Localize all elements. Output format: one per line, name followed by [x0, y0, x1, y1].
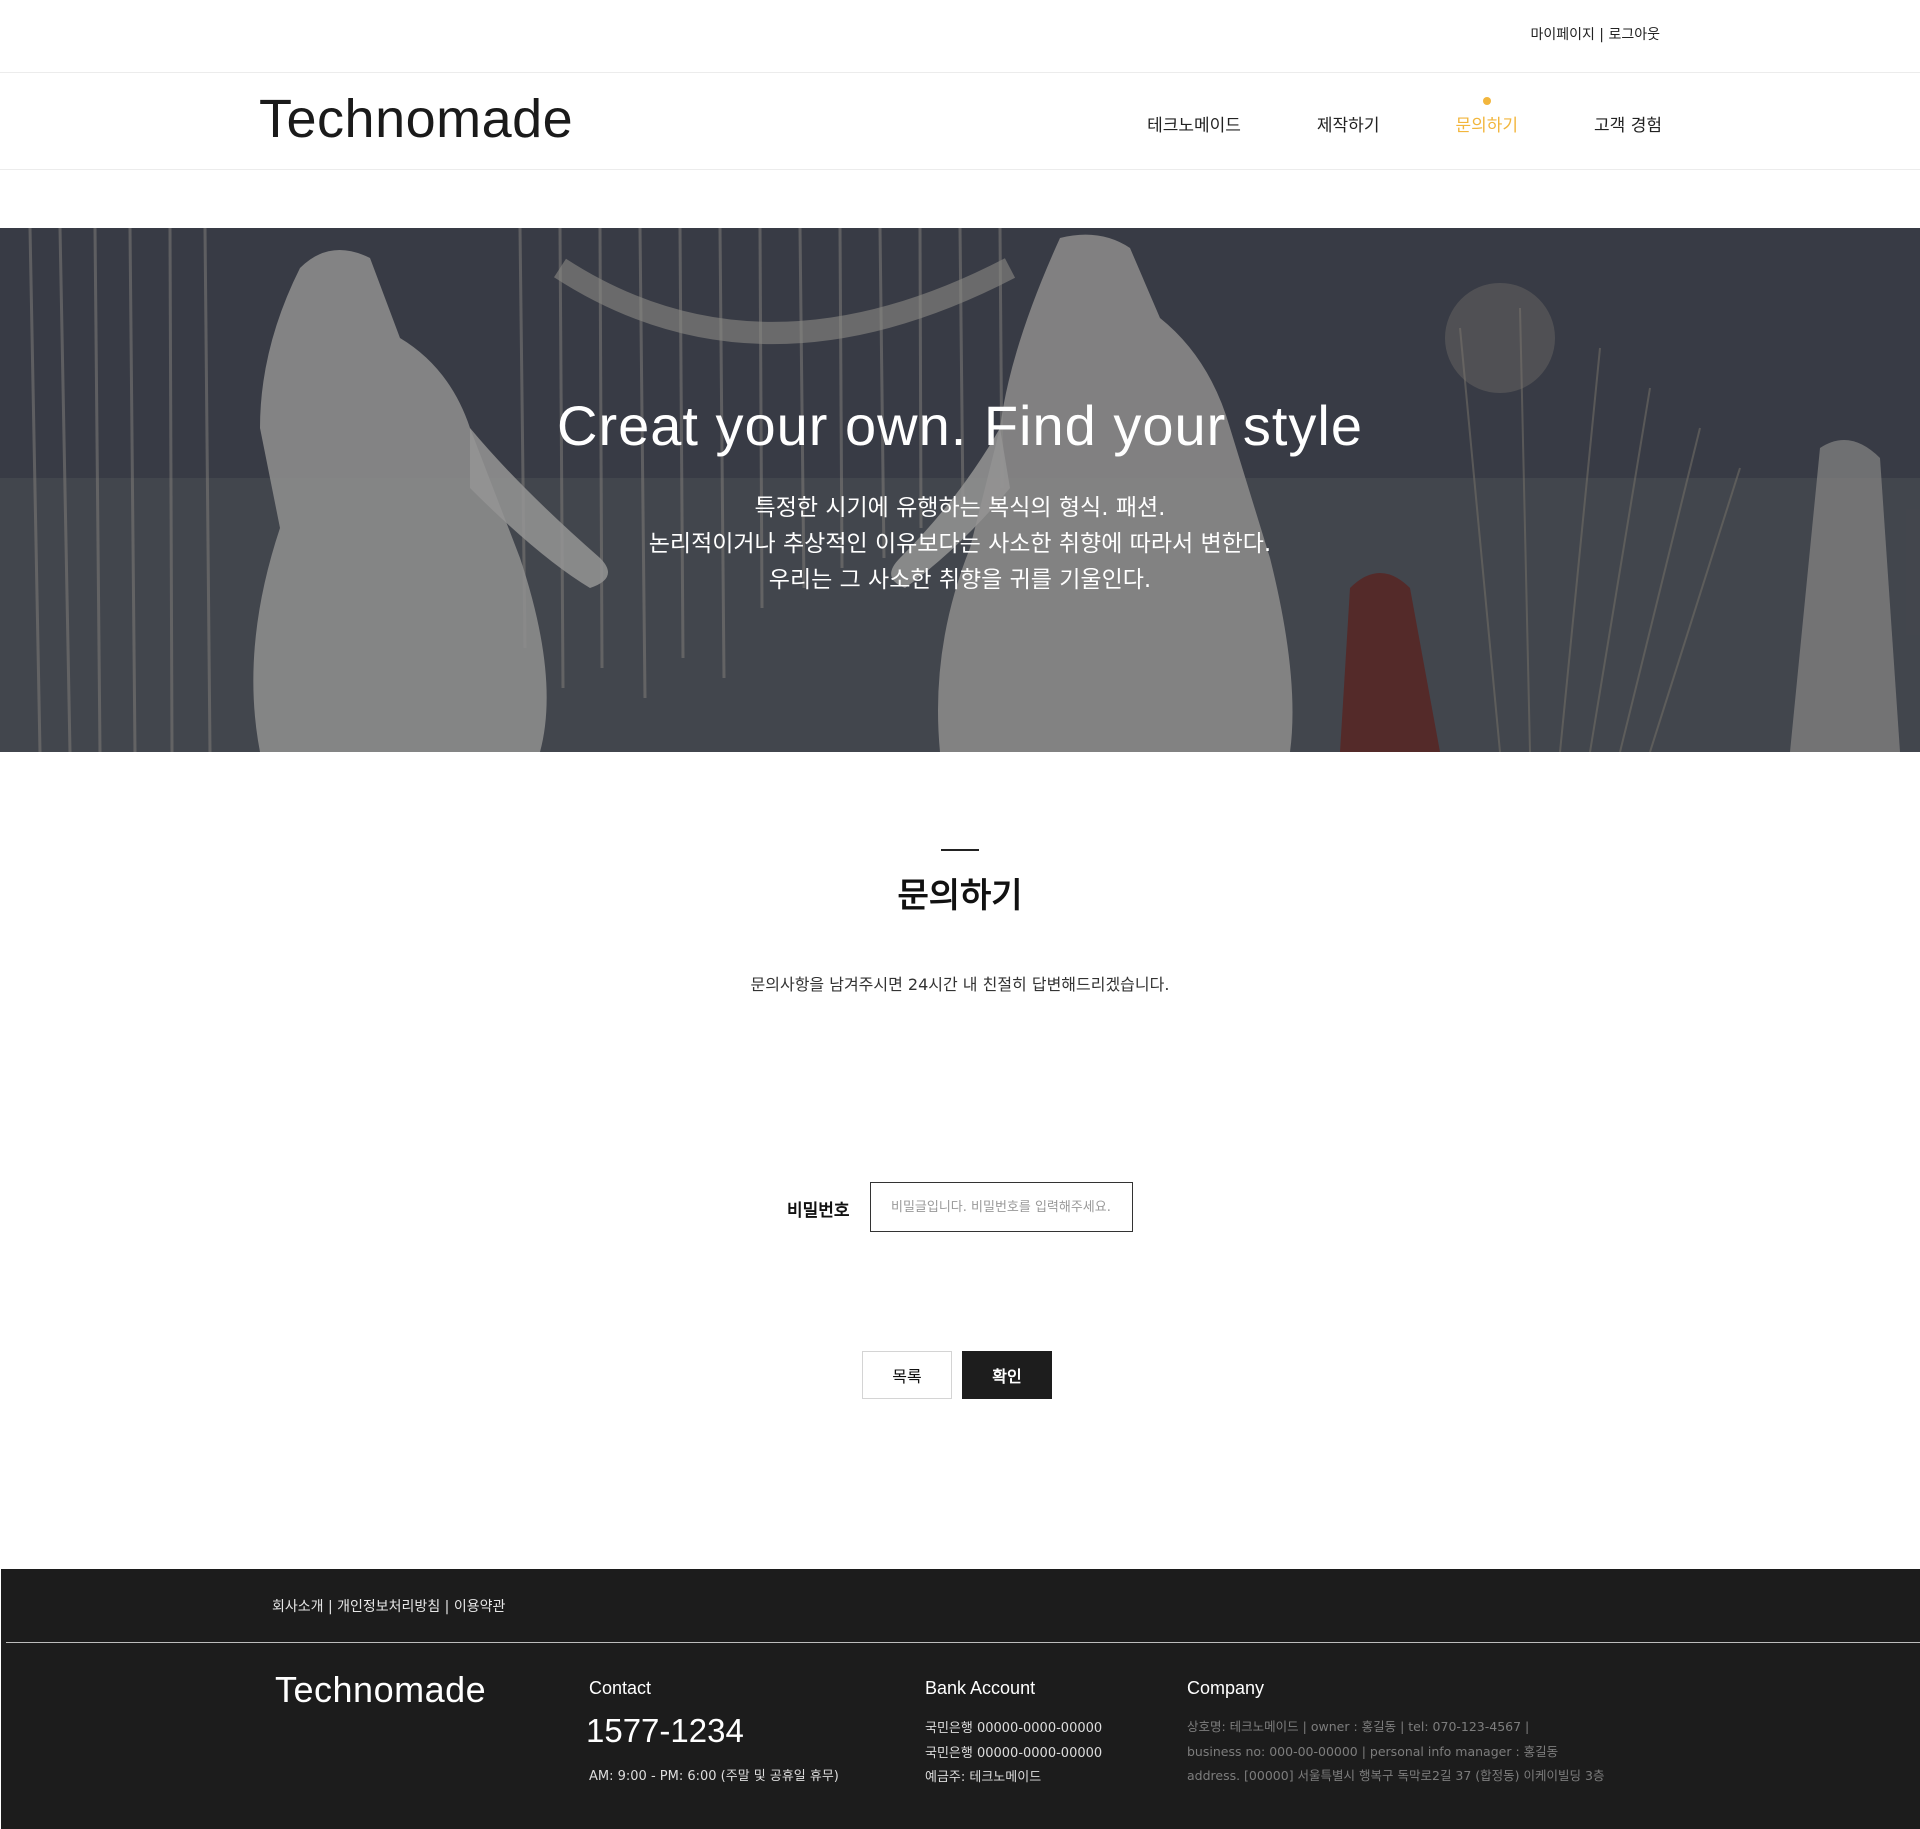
nav-item-make[interactable]: 제작하기 [1317, 111, 1380, 136]
password-input[interactable] [870, 1182, 1133, 1232]
hero-subtitle-line-3: 우리는 그 사소한 취향을 귀를 기울인다. [768, 567, 1152, 593]
nav-item-inquiry-label: 문의하기 [1455, 116, 1519, 136]
footer-bank-holder: 예금주: 테크노메이드 [925, 1770, 1042, 1785]
top-user-links: 마이페이지 | 로그아웃 [1530, 24, 1660, 44]
hero-title: Creat your own. Find your style [557, 394, 1363, 457]
footer-link-separator: | [323, 1599, 338, 1615]
footer-link-separator: | [440, 1599, 454, 1615]
page-description: 문의사항을 남겨주시면 24시간 내 친절히 답변해드리겠습니다. [750, 975, 1170, 994]
footer-link-terms[interactable]: 이용약관 [454, 1599, 506, 1615]
mypage-link[interactable]: 마이페이지 [1530, 27, 1594, 43]
footer-link-privacy[interactable]: 개인정보처리방침 [337, 1599, 440, 1615]
site-header: Technomade 테크노메이드 제작하기 문의하기 고객 경험 [0, 73, 1920, 170]
footer-company-address: address. [00000] 서울특별시 행복구 독막로2길 37 (합정동… [1187, 1768, 1605, 1783]
top-utility-bar: 마이페이지 | 로그아웃 [0, 0, 1920, 73]
link-separator: | [1594, 27, 1609, 43]
active-indicator-dot [1482, 97, 1491, 105]
list-button[interactable]: 목록 [862, 1351, 952, 1399]
site-footer: 회사소개 | 개인정보처리방침 | 이용약관 Technomade Contac… [1, 1569, 1920, 1829]
footer-logo: Technomade [275, 1669, 487, 1710]
footer-links: 회사소개 | 개인정보처리방침 | 이용약관 [272, 1596, 505, 1616]
password-label: 비밀번호 [787, 1201, 850, 1221]
footer-bank-title: Bank Account [925, 1678, 1036, 1698]
hero-banner: Creat your own. Find your style 특정한 시기에 … [0, 228, 1920, 752]
nav-item-inquiry[interactable]: 문의하기 [1455, 97, 1519, 136]
section-title-divider [941, 849, 979, 851]
footer-company-line-2: business no: 000-00-00000 | personal inf… [1187, 1744, 1559, 1759]
footer-bank-line-2: 국민은행 00000-0000-00000 [925, 1746, 1103, 1761]
confirm-button[interactable]: 확인 [962, 1351, 1052, 1399]
footer-company-title: Company [1187, 1678, 1265, 1698]
nav-item-technomade[interactable]: 테크노메이드 [1147, 111, 1241, 136]
footer-contact-title: Contact [589, 1678, 652, 1698]
footer-bank-line-1: 국민은행 00000-0000-00000 [925, 1721, 1103, 1736]
hero-subtitle-line-2: 논리적이거나 추상적인 이유보다는 사소한 취향에 따라서 변한다. [648, 531, 1272, 557]
hero-subtitle-line-1: 특정한 시기에 유행하는 복식의 형식. 패션. [754, 495, 1166, 521]
footer-company-line-1: 상호명: 테크노메이드 | owner : 홍길동 | tel: 070-123… [1187, 1719, 1530, 1734]
site-logo[interactable]: Technomade [259, 88, 573, 150]
logout-link[interactable]: 로그아웃 [1608, 27, 1660, 43]
main-nav: 테크노메이드 제작하기 문의하기 고객 경험 [1071, 97, 1662, 136]
footer-phone-number: 1577-1234 [586, 1712, 744, 1749]
footer-business-hours: AM: 9:00 - PM: 6:00 (주말 및 공휴일 휴무) [589, 1769, 839, 1784]
footer-link-about[interactable]: 회사소개 [272, 1599, 324, 1615]
page-title: 문의하기 [897, 876, 1023, 916]
nav-item-customer-experience[interactable]: 고객 경험 [1594, 111, 1662, 136]
footer-divider [6, 1642, 1920, 1643]
